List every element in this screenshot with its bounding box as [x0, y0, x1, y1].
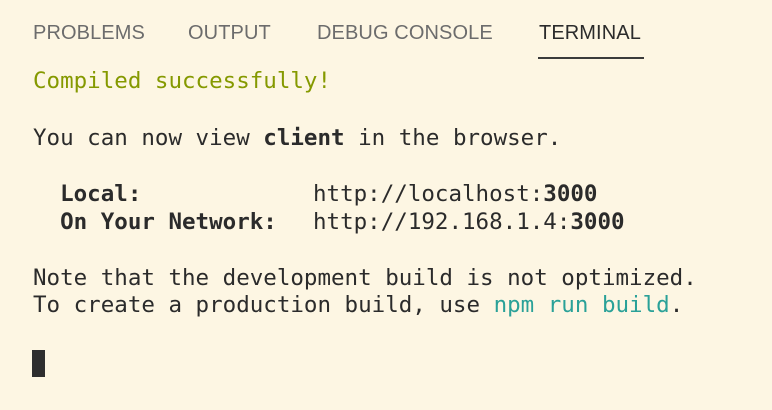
view-message: You can now view client in the browser.: [33, 124, 561, 152]
view-prefix: You can now view: [33, 125, 264, 151]
network-label: On Your Network:: [33, 209, 277, 235]
view-suffix: in the browser.: [344, 125, 562, 151]
note-line: Note that the development build is not o…: [33, 265, 697, 291]
build-suffix: .: [669, 292, 684, 318]
local-port: 3000: [543, 181, 598, 207]
network-url[interactable]: http://192.168.1.4:3000: [313, 208, 625, 236]
network-row: On Your Network:: [33, 208, 277, 236]
app-name: client: [263, 125, 345, 151]
compiled-message: Compiled successfully!: [33, 68, 332, 94]
local-label: Local:: [33, 181, 142, 207]
local-url-prefix: http://localhost:: [313, 181, 544, 207]
terminal-output[interactable]: Compiled successfully! You can now view …: [0, 0, 772, 410]
network-url-prefix: http://192.168.1.4:: [313, 209, 571, 235]
local-url[interactable]: http://localhost:3000: [313, 180, 597, 208]
local-row: Local:: [33, 180, 141, 208]
terminal-panel: PROBLEMS OUTPUT DEBUG CONSOLE TERMINAL C…: [0, 0, 772, 410]
terminal-cursor: [32, 350, 45, 377]
build-command: npm run build: [493, 292, 670, 318]
build-line: To create a production build, use npm ru…: [33, 291, 683, 319]
build-prefix: To create a production build, use: [33, 292, 494, 318]
network-port: 3000: [570, 209, 625, 235]
